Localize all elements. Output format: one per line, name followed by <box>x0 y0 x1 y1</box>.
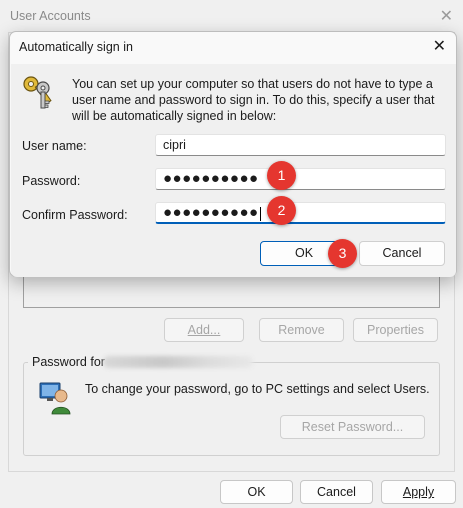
dialog-ok-label: OK <box>294 246 314 260</box>
password-field[interactable]: ●●●●●●●●●● <box>155 168 446 190</box>
confirm-password-value: ●●●●●●●●●● <box>163 204 259 221</box>
remove-button[interactable]: Remove <box>259 318 344 342</box>
reset-password-label: Reset Password... <box>301 420 404 434</box>
remove-button-label: Remove <box>278 323 325 337</box>
properties-button[interactable]: Properties <box>353 318 438 342</box>
footer-apply-label: Apply <box>402 485 435 499</box>
footer-apply-button[interactable]: Apply <box>381 480 456 504</box>
dialog-description: You can set up your computer so that use… <box>72 77 435 123</box>
password-label: Password: <box>22 174 81 188</box>
blurred-username <box>103 356 253 368</box>
step-marker-3: 3 <box>328 239 357 268</box>
footer-cancel-label: Cancel <box>317 485 356 499</box>
dialog-title: Automatically sign in <box>19 40 133 54</box>
username-value: cipri <box>163 138 186 152</box>
confirm-password-field[interactable]: ●●●●●●●●●● <box>155 202 446 224</box>
window-title: User Accounts <box>10 9 91 23</box>
username-field[interactable]: cipri <box>155 134 446 156</box>
username-label: User name: <box>22 139 87 153</box>
password-group <box>23 362 440 456</box>
close-icon[interactable]: ✕ <box>440 6 453 26</box>
dialog-cancel-label: Cancel <box>382 246 422 260</box>
add-button-label: Add... <box>187 323 221 337</box>
user-accounts-titlebar: User Accounts ✕ <box>0 0 463 32</box>
step-marker-1: 1 <box>267 161 296 190</box>
footer-ok-button[interactable]: OK <box>220 480 293 504</box>
footer-cancel-button[interactable]: Cancel <box>300 480 373 504</box>
password-group-label: Password for <box>28 355 109 369</box>
password-group-text: To change your password, go to PC settin… <box>85 382 430 396</box>
confirm-password-label: Confirm Password: <box>22 208 128 222</box>
footer-ok-label: OK <box>247 485 266 499</box>
keys-icon <box>23 76 52 109</box>
reset-password-button[interactable]: Reset Password... <box>280 415 425 439</box>
user-with-monitor-icon <box>39 382 71 415</box>
auto-sign-in-dialog: Automatically sign in ✕ You can set up y… <box>9 31 457 277</box>
text-caret <box>259 206 261 221</box>
close-icon[interactable]: ✕ <box>433 36 446 56</box>
password-value: ●●●●●●●●●● <box>163 170 259 187</box>
add-button[interactable]: Add... <box>164 318 244 342</box>
dialog-cancel-button[interactable]: Cancel <box>359 241 445 266</box>
properties-button-label: Properties <box>367 323 424 337</box>
step-marker-2: 2 <box>267 196 296 225</box>
